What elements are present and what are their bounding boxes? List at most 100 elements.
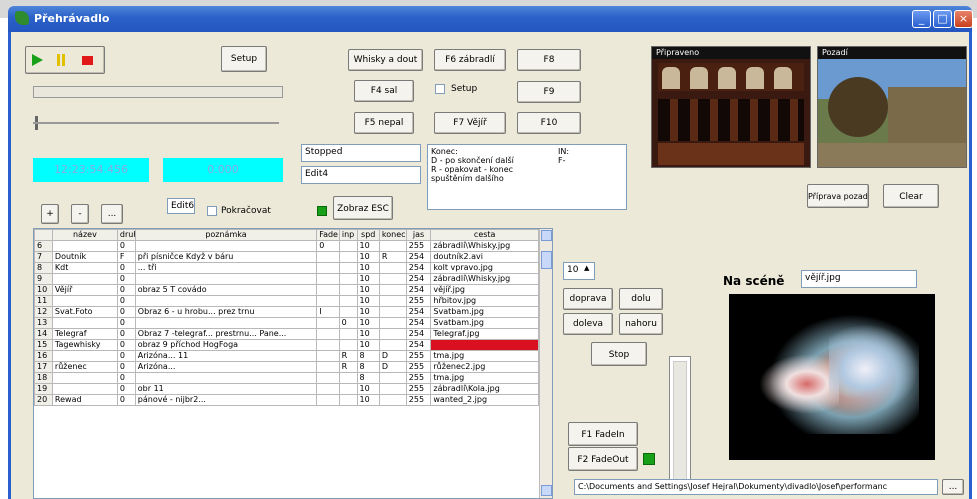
table-cell[interactable]: 254 xyxy=(405,251,432,263)
table-cell[interactable] xyxy=(51,350,118,362)
table-cell[interactable] xyxy=(338,306,358,318)
table-cell[interactable]: 10 xyxy=(356,394,380,406)
maximize-button[interactable]: □ xyxy=(933,10,952,28)
table-cell[interactable] xyxy=(316,372,340,384)
table-cell[interactable]: 0 xyxy=(116,394,136,406)
table-cell[interactable]: 10 xyxy=(356,251,380,263)
table-cell[interactable] xyxy=(316,295,340,307)
table-cell[interactable]: Tagewhisky xyxy=(51,339,118,351)
position-slider[interactable] xyxy=(33,114,283,132)
table-cell[interactable] xyxy=(134,372,318,384)
table-cell[interactable]: Obraz 6 - u hrobu... prez trnu xyxy=(134,306,318,318)
setup-button[interactable]: Setup xyxy=(221,46,267,72)
table-cell[interactable]: 255 xyxy=(405,350,432,362)
column-header[interactable]: inp xyxy=(338,229,358,241)
table-cell[interactable]: 254 xyxy=(405,262,432,274)
table-cell[interactable]: 8 xyxy=(356,361,380,373)
table-cell[interactable]: Svat.Foto xyxy=(51,306,118,318)
table-cell[interactable]: 0 xyxy=(116,361,136,373)
table-cell[interactable] xyxy=(316,394,340,406)
spinner-arrows-icon[interactable]: ▲ xyxy=(584,264,589,272)
column-header[interactable]: poznámka xyxy=(134,229,318,241)
table-cell[interactable]: D xyxy=(378,350,407,362)
table-row[interactable]: 10 Vějíř 0 obraz 5 T covádo 10 254 vějíř.jpg xyxy=(34,284,539,296)
table-cell[interactable]: 11 xyxy=(34,295,53,307)
minimize-button[interactable]: _ xyxy=(912,10,931,28)
window-titlebar[interactable]: Přehrávadlo _ □ × xyxy=(8,6,973,32)
column-header[interactable] xyxy=(34,229,53,241)
table-cell[interactable]: 19 xyxy=(34,383,53,395)
table-cell[interactable]: 254 xyxy=(405,328,432,340)
table-cell[interactable] xyxy=(134,273,318,285)
table-cell[interactable] xyxy=(338,394,358,406)
f7-button[interactable]: F7 Vějíř xyxy=(434,112,506,134)
move-right-button[interactable]: doprava xyxy=(563,288,613,310)
table-cell[interactable]: zábradlí\Whisky.jpg xyxy=(430,240,539,252)
table-cell[interactable]: tma.jpg xyxy=(430,372,539,384)
table-row[interactable]: 14 Telegraf 0 Obraz 7 -telegraf... prestrnu… xyxy=(34,328,539,340)
table-cell[interactable] xyxy=(51,372,118,384)
table-row[interactable]: 13 0 0 10 254 Svatbam.jpg xyxy=(34,317,539,329)
column-header[interactable]: druh xyxy=(116,229,136,241)
table-cell[interactable]: 254 xyxy=(405,306,432,318)
f10-button[interactable]: F10 xyxy=(517,112,581,134)
table-cell[interactable]: zábradlí\Kola.jpg xyxy=(430,383,539,395)
table-cell[interactable]: 10 xyxy=(356,383,380,395)
remove-button[interactable]: - xyxy=(71,204,89,224)
table-cell[interactable]: 18 xyxy=(34,372,53,384)
table-cell[interactable]: zábradlí\Whisky.jpg xyxy=(430,273,539,285)
table-cell[interactable]: 10 xyxy=(356,295,380,307)
table-cell[interactable] xyxy=(51,295,118,307)
table-cell[interactable]: 10 xyxy=(356,328,380,340)
show-esc-button[interactable]: Zobraz ESC xyxy=(333,196,393,220)
table-cell[interactable]: 10 xyxy=(356,240,380,252)
stop-button[interactable]: Stop xyxy=(591,342,647,366)
table-cell[interactable] xyxy=(134,295,318,307)
table-cell[interactable]: 255 xyxy=(405,383,432,395)
cue-table[interactable]: názevdruhpoznámkaFadeinpspdkonecjascesta… xyxy=(33,228,553,499)
table-cell[interactable] xyxy=(316,317,340,329)
table-cell[interactable]: Arizóna... 11 xyxy=(134,350,318,362)
table-cell[interactable] xyxy=(51,240,118,252)
table-row[interactable]: 11 0 10 255 hřbitov.jpg xyxy=(34,295,539,307)
table-cell[interactable] xyxy=(378,262,407,274)
table-cell[interactable]: 7 xyxy=(34,251,53,263)
table-cell[interactable]: 14 xyxy=(34,328,53,340)
table-row[interactable]: 19 0 obr 11 10 255 zábradlí\Kola.jpg xyxy=(34,383,539,395)
table-row[interactable]: 6 0 0 10 255 zábradlí\Whisky.jpg xyxy=(34,240,539,252)
column-header[interactable]: Fade xyxy=(316,229,340,241)
table-cell[interactable]: 0 xyxy=(116,317,136,329)
table-cell[interactable]: 8 xyxy=(356,350,380,362)
table-cell[interactable] xyxy=(378,394,407,406)
table-cell[interactable]: R xyxy=(378,251,407,263)
table-cell[interactable]: 0 xyxy=(116,328,136,340)
table-cell[interactable] xyxy=(338,328,358,340)
table-cell[interactable]: 0 xyxy=(116,350,136,362)
table-cell[interactable] xyxy=(51,317,118,329)
table-cell[interactable]: kolt vpravo.jpg xyxy=(430,262,539,274)
column-header[interactable]: cesta xyxy=(430,229,539,241)
table-cell[interactable]: 10 xyxy=(356,262,380,274)
table-cell[interactable]: tma.jpg xyxy=(430,350,539,362)
table-cell[interactable]: wanted_2.jpg xyxy=(430,394,539,406)
table-cell[interactable] xyxy=(338,284,358,296)
table-cell[interactable] xyxy=(378,295,407,307)
table-cell[interactable]: 255 xyxy=(405,240,432,252)
scroll-down-icon[interactable] xyxy=(541,485,552,496)
f8-button[interactable]: F8 xyxy=(517,49,581,71)
table-scrollbar[interactable] xyxy=(539,229,552,498)
table-cell[interactable] xyxy=(378,284,407,296)
f6-button[interactable]: F6 zábradlí xyxy=(434,49,506,71)
stop-icon[interactable] xyxy=(82,56,93,65)
pokracovat-checkbox[interactable] xyxy=(207,206,217,216)
table-cell[interactable] xyxy=(338,251,358,263)
table-cell[interactable]: 10 xyxy=(356,317,380,329)
scroll-thumb[interactable] xyxy=(541,251,552,269)
table-cell[interactable]: Vějíř xyxy=(51,284,118,296)
move-up-button[interactable]: nahoru xyxy=(619,313,663,335)
table-cell[interactable]: 10 xyxy=(356,273,380,285)
table-cell[interactable]: 10 xyxy=(356,339,380,351)
table-cell[interactable] xyxy=(316,328,340,340)
table-cell[interactable]: Obraz 7 -telegraf... prestrnu... Pane... xyxy=(134,328,318,340)
table-cell[interactable]: 254 xyxy=(405,273,432,285)
